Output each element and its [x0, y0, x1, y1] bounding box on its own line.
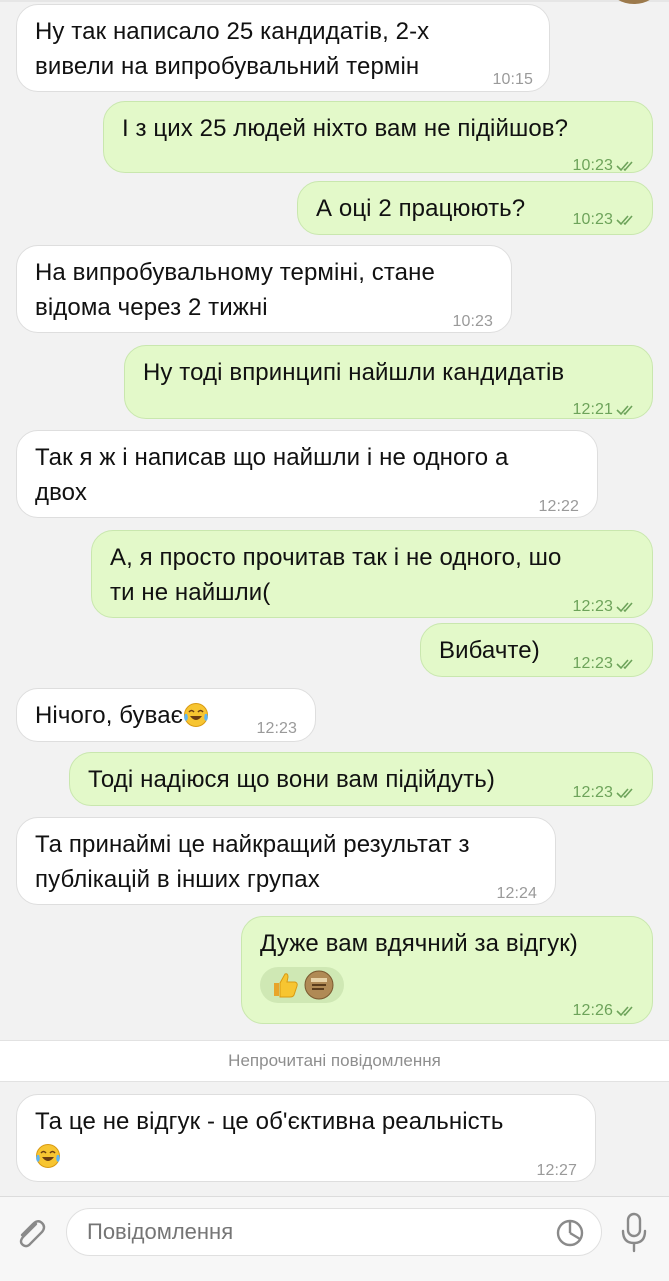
message-bubble-incoming[interactable]: Ну так написало 25 кандидатів, 2-х вивел…	[16, 4, 550, 92]
message-time: 10:15	[492, 71, 533, 88]
message-bubble-outgoing[interactable]: Ну тоді впринципі найшли кандидатів 12:2…	[124, 345, 653, 419]
read-check-icon	[616, 788, 633, 798]
message-bubble-outgoing[interactable]: Дуже вам вдячний за відгук) 12:26	[241, 916, 653, 1024]
message-text: А оці 2 працюють?	[316, 195, 526, 222]
message-time-row: 12:23	[572, 646, 638, 681]
message-text: Тоді надіюся що вони вам підійдуть)	[88, 766, 495, 793]
message-time-row: 12:21	[572, 392, 638, 427]
message-text: А, я просто прочитав так і не одного, шо	[110, 544, 562, 571]
read-check-icon	[616, 1006, 633, 1016]
message-bubble-outgoing[interactable]: І з цих 25 людей ніхто вам не підійшов? …	[103, 101, 653, 174]
thumbs-up-emoji[interactable]	[270, 971, 300, 999]
message-bubble-incoming[interactable]: Та принаймі це найкращий результат з пуб…	[16, 817, 556, 905]
reactions-bar[interactable]	[260, 967, 344, 1003]
unread-divider: Непрочитані повідомлення	[0, 1040, 669, 1082]
message-time-row: 10:23	[572, 202, 638, 237]
message-time-row: 10:23	[572, 148, 638, 183]
message-time: 12:24	[496, 885, 537, 902]
message-input[interactable]	[66, 1208, 602, 1256]
message-bubble-incoming[interactable]: Та це не відгук - це об'єктивна реальніс…	[16, 1094, 596, 1182]
message-bubble-outgoing[interactable]: Вибачте) 12:23	[420, 623, 653, 677]
sticker-clock-icon[interactable]	[554, 1217, 586, 1249]
message-text: ти не найшли(	[110, 579, 271, 606]
microphone-icon[interactable]	[618, 1211, 650, 1255]
header-edge	[0, 0, 669, 2]
message-text: Та принаймі це найкращий результат з	[35, 831, 470, 858]
message-text: І з цих 25 людей ніхто вам не підійшов?	[122, 115, 569, 142]
tears-of-joy-emoji	[36, 1144, 60, 1168]
message-bubble-incoming[interactable]: Так я ж і написав що найшли і не одного …	[16, 430, 598, 518]
message-text: публікацій в інших групах	[35, 866, 320, 893]
paperclip-icon[interactable]	[12, 1215, 48, 1251]
message-text: вивели на випробувальний термін	[35, 53, 420, 80]
message-bubble-outgoing[interactable]: А, я просто прочитав так і не одного, шо…	[91, 530, 653, 618]
message-text: Ну тоді впринципі найшли кандидатів	[143, 359, 565, 386]
message-time: 12:23	[256, 720, 297, 737]
message-text: На випробувальному терміні, стане	[35, 259, 435, 286]
message-text: Вибачте)	[439, 637, 540, 664]
read-check-icon	[616, 659, 633, 669]
message-text: Дуже вам вдячний за відгук)	[260, 930, 578, 957]
message-text: Нічого, буває	[35, 702, 184, 729]
sticker-avatar[interactable]	[304, 970, 334, 1000]
message-bubble-incoming[interactable]: Нічого, буває 12:23	[16, 688, 316, 742]
message-bubble-incoming[interactable]: На випробувальному терміні, стане відома…	[16, 245, 512, 333]
message-time-row: 12:23	[572, 775, 638, 810]
tears-of-joy-emoji	[184, 703, 209, 727]
chat-area[interactable]: Ну так написало 25 кандидатів, 2-х вивел…	[0, 0, 669, 1196]
message-time-row: 12:26	[572, 993, 638, 1028]
message-text: Та це не відгук - це об'єктивна реальніс…	[35, 1108, 504, 1135]
message-text: відома через 2 тижні	[35, 294, 268, 321]
message-time: 12:22	[538, 498, 579, 515]
read-check-icon	[616, 405, 633, 415]
message-bubble-outgoing[interactable]: А оці 2 працюють? 10:23	[297, 181, 653, 235]
message-composer	[0, 1196, 669, 1281]
message-time-row: 12:23	[572, 589, 638, 624]
message-time: 12:27	[536, 1162, 577, 1179]
message-text: Так я ж і написав що найшли і не одного …	[35, 444, 509, 471]
message-bubble-outgoing[interactable]: Тоді надіюся що вони вам підійдуть) 12:2…	[69, 752, 653, 806]
read-check-icon	[616, 602, 633, 612]
message-time: 10:23	[452, 313, 493, 330]
read-check-icon	[616, 215, 633, 225]
message-text: двох	[35, 479, 87, 506]
message-emoji-line	[35, 1139, 577, 1174]
read-check-icon	[616, 161, 633, 171]
message-text: Ну так написало 25 кандидатів, 2-х	[35, 18, 430, 45]
